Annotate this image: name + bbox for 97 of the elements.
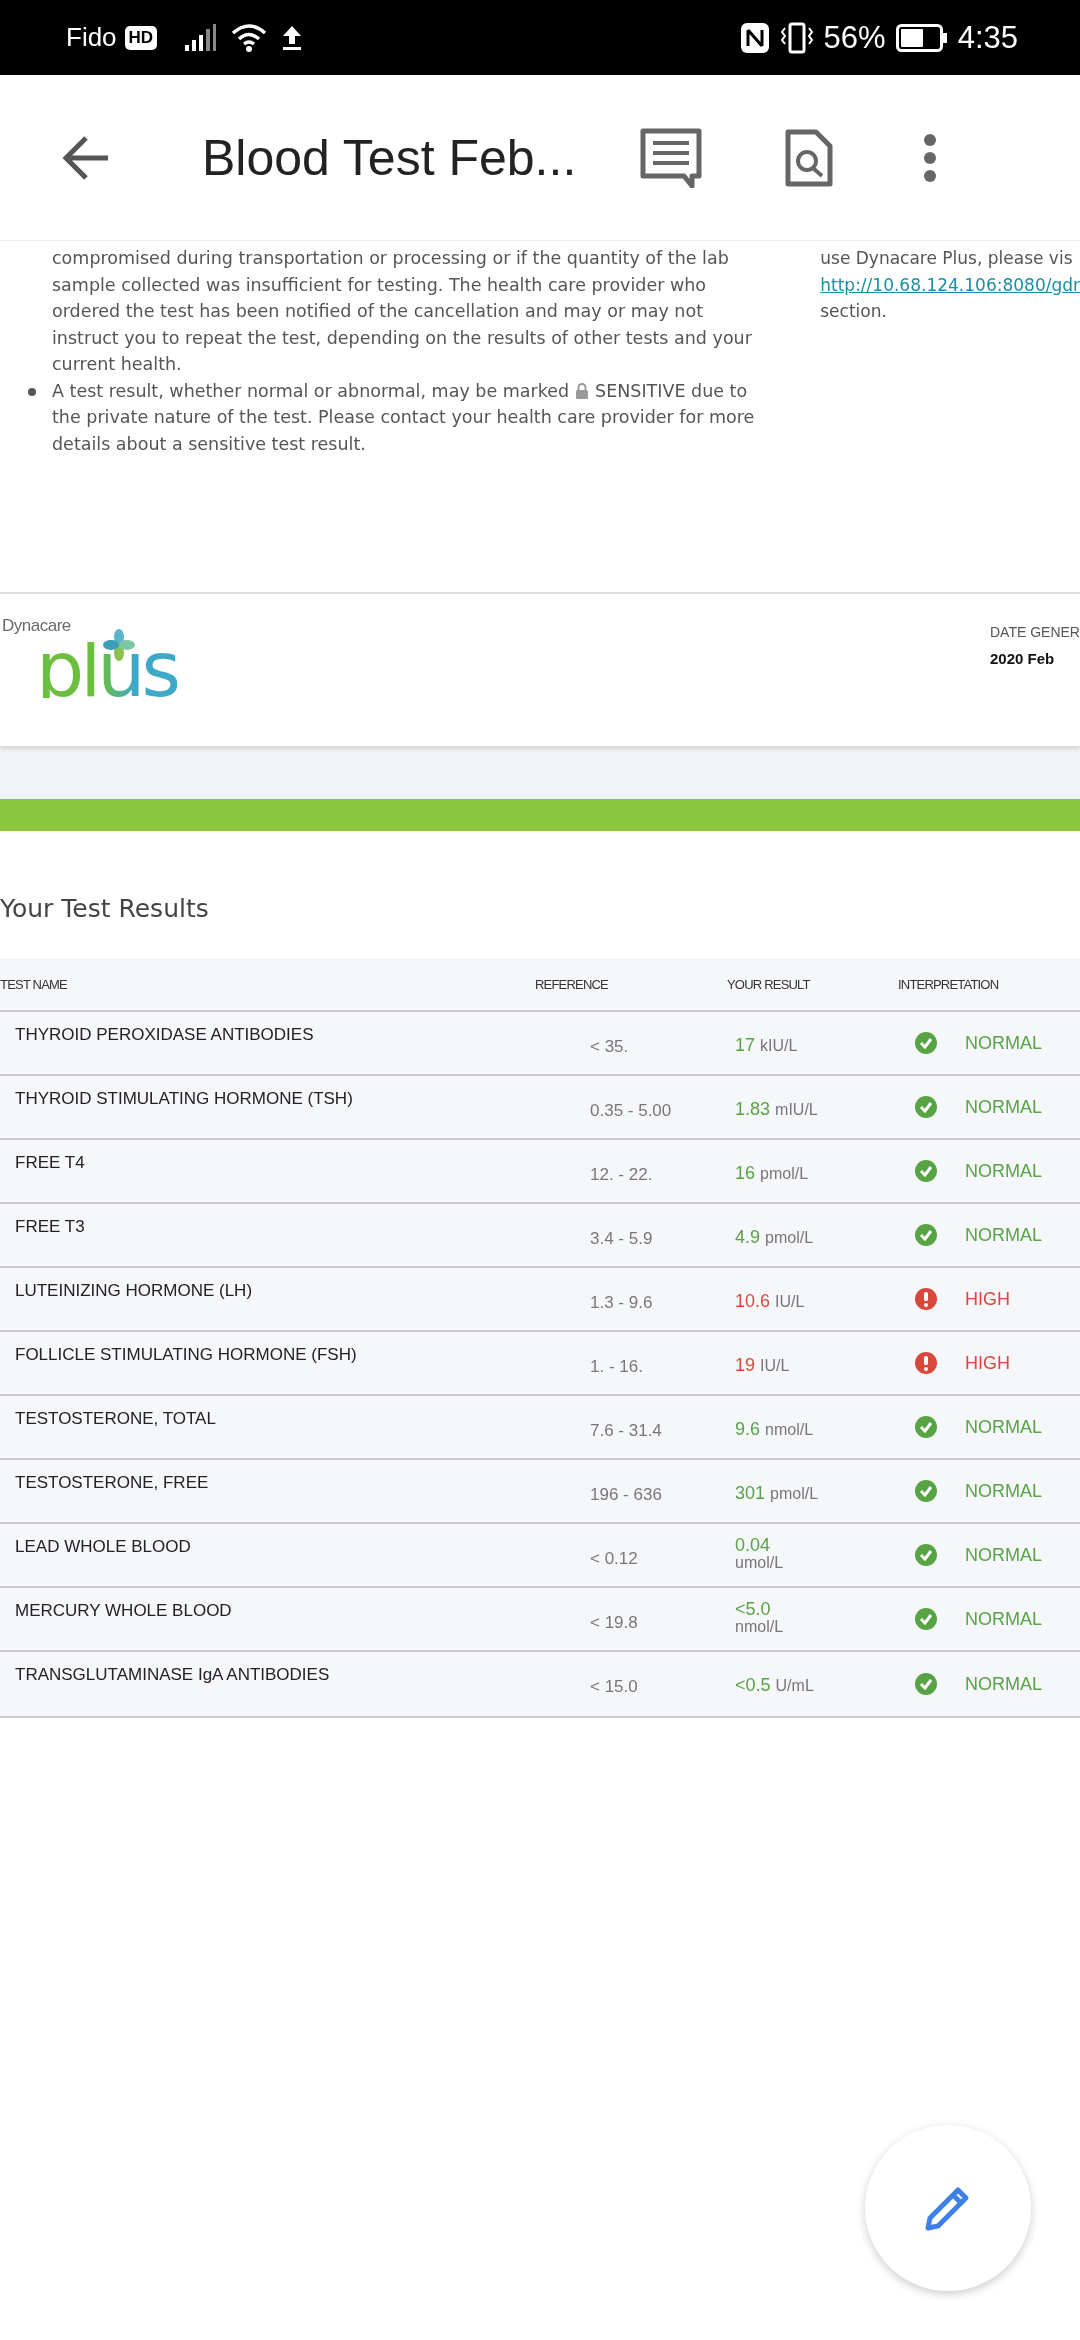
check-circle-icon bbox=[915, 1032, 937, 1054]
result-value: 16 bbox=[735, 1163, 756, 1184]
check-circle-icon bbox=[915, 1673, 937, 1695]
alert-circle-icon bbox=[915, 1352, 937, 1374]
side-note-link[interactable]: http://10.68.124.106:8080/gdr bbox=[820, 271, 1080, 298]
column-header: REFERENCE bbox=[535, 976, 609, 992]
signal-icon bbox=[183, 22, 218, 53]
result-unit: mIU/L bbox=[775, 1101, 818, 1119]
test-name: TRANSGLUTAMINASE IgA ANTIBODIES bbox=[14, 1664, 331, 1685]
interpretation-text: NORMAL bbox=[965, 1544, 1042, 1566]
check-circle-icon bbox=[915, 1416, 937, 1438]
result-value: <5.0 bbox=[735, 1600, 771, 1618]
test-name: FREE T3 bbox=[14, 1216, 86, 1237]
interpretation-text: NORMAL bbox=[965, 1160, 1042, 1182]
result-unit: pmol/L bbox=[765, 1229, 814, 1247]
result-value: 17 bbox=[735, 1035, 756, 1056]
check-circle-icon bbox=[915, 1480, 937, 1502]
result-unit: pmol/L bbox=[770, 1485, 819, 1503]
reference-range: < 15.0 bbox=[589, 1676, 639, 1697]
reference-range: 1. - 16. bbox=[589, 1356, 644, 1377]
vibrate-icon bbox=[779, 21, 814, 54]
interpretation-text: NORMAL bbox=[965, 1608, 1042, 1630]
cancellation-note: compromised during transportation or processing or if the quantity of the lab sample collected was insufficient for testing. The health care provider who ordered the test has been notified of the cancellation and may or may not instruct you to repeat the test, depending on the results of other tests and your current health. bbox=[52, 247, 753, 376]
test-name: THYROID PEROXIDASE ANTIBODIES bbox=[14, 1024, 315, 1045]
lock-icon bbox=[575, 382, 590, 399]
side-note-text: use Dynacare Plus, please vis bbox=[820, 247, 1074, 270]
side-note-tail: section. bbox=[820, 300, 888, 323]
check-circle-icon bbox=[915, 1096, 937, 1118]
sensitive-label: SENSITIVE due to bbox=[595, 379, 748, 403]
result-unit: IU/L bbox=[775, 1293, 805, 1311]
nfc-icon bbox=[739, 21, 770, 54]
result-unit: nmol/L bbox=[735, 1618, 784, 1636]
result-unit: pmol/L bbox=[760, 1165, 809, 1183]
more-options-icon[interactable] bbox=[922, 132, 938, 183]
interpretation-text: NORMAL bbox=[965, 1096, 1042, 1118]
result-value: 301 bbox=[735, 1483, 766, 1504]
test-name: LEAD WHOLE BLOOD bbox=[14, 1536, 192, 1557]
clock-time: 4:35 bbox=[957, 19, 1018, 56]
test-name: TESTOSTERONE, TOTAL bbox=[14, 1408, 217, 1429]
test-name: THYROID STIMULATING HORMONE (TSH) bbox=[14, 1088, 354, 1109]
result-value: 1.83 bbox=[735, 1099, 771, 1120]
result-value: 4.9 bbox=[735, 1227, 761, 1248]
alert-circle-icon bbox=[915, 1288, 937, 1310]
interpretation-text: HIGH bbox=[965, 1288, 1010, 1310]
interpretation-text: NORMAL bbox=[965, 1224, 1042, 1246]
battery-icon bbox=[895, 23, 948, 52]
reference-range: 196 - 636 bbox=[589, 1484, 663, 1505]
comment-icon[interactable] bbox=[640, 127, 702, 188]
reference-range: 1.3 - 9.6 bbox=[589, 1292, 654, 1313]
column-header: INTERPRETATION bbox=[898, 976, 1000, 992]
interpretation-text: NORMAL bbox=[965, 1416, 1042, 1438]
bullet-dot bbox=[28, 387, 36, 396]
logo-small-text: Dynacare bbox=[2, 616, 71, 636]
battery-percent: 56% bbox=[823, 19, 886, 56]
check-circle-icon bbox=[915, 1160, 937, 1182]
reference-range: < 35. bbox=[589, 1036, 630, 1057]
test-name: LUTEINIZING HORMONE (LH) bbox=[14, 1280, 254, 1301]
reference-range: 3.4 - 5.9 bbox=[589, 1228, 654, 1249]
sensitive-note: A test result, whether normal or abnormal, may be marked bbox=[52, 379, 570, 403]
test-name: TESTOSTERONE, FREE bbox=[14, 1472, 210, 1493]
result-unit: IU/L bbox=[760, 1357, 790, 1375]
reference-range: 0.35 - 5.00 bbox=[589, 1100, 673, 1121]
interpretation-text: HIGH bbox=[965, 1352, 1010, 1374]
test-name: FOLLICLE STIMULATING HORMONE (FSH) bbox=[14, 1344, 358, 1365]
wifi-icon bbox=[231, 22, 268, 53]
carrier-name: Fido bbox=[66, 22, 117, 53]
check-circle-icon bbox=[915, 1224, 937, 1246]
column-header: TEST NAME bbox=[0, 976, 68, 992]
reference-range: 12. - 22. bbox=[589, 1164, 654, 1185]
document-search-icon[interactable] bbox=[784, 127, 834, 188]
check-circle-icon bbox=[915, 1608, 937, 1630]
reference-range: < 19.8 bbox=[589, 1612, 639, 1633]
date-label: DATE GENER bbox=[990, 624, 1080, 640]
result-value: 0.04 bbox=[735, 1536, 771, 1554]
interpretation-text: NORMAL bbox=[965, 1032, 1042, 1054]
network-badge: HD bbox=[124, 25, 158, 50]
sensitive-note-continued: the private nature of the test. Please contact your health care provider for more details about a sensitive test result. bbox=[52, 406, 756, 456]
result-value: 19 bbox=[735, 1355, 756, 1376]
interpretation-text: NORMAL bbox=[965, 1673, 1042, 1695]
results-heading: Your Test Results bbox=[0, 893, 210, 925]
test-name: FREE T4 bbox=[14, 1152, 86, 1173]
result-unit: U/mL bbox=[775, 1677, 814, 1695]
test-name: MERCURY WHOLE BLOOD bbox=[14, 1600, 233, 1621]
date-value: 2020 Feb bbox=[990, 650, 1056, 667]
result-value: 9.6 bbox=[735, 1419, 761, 1440]
column-header: YOUR RESULT bbox=[727, 976, 811, 992]
interpretation-text: NORMAL bbox=[965, 1480, 1042, 1502]
document-title: Blood Test Feb... bbox=[202, 128, 578, 187]
result-unit: umol/L bbox=[735, 1554, 784, 1572]
result-unit: nmol/L bbox=[765, 1421, 814, 1439]
reference-range: < 0.12 bbox=[589, 1548, 639, 1569]
reference-range: 7.6 - 31.4 bbox=[589, 1420, 663, 1441]
result-value: <0.5 bbox=[735, 1675, 771, 1696]
back-arrow-icon[interactable] bbox=[60, 133, 110, 182]
result-unit: kIU/L bbox=[760, 1037, 798, 1055]
check-circle-icon bbox=[915, 1544, 937, 1566]
result-value: 10.6 bbox=[735, 1291, 771, 1312]
